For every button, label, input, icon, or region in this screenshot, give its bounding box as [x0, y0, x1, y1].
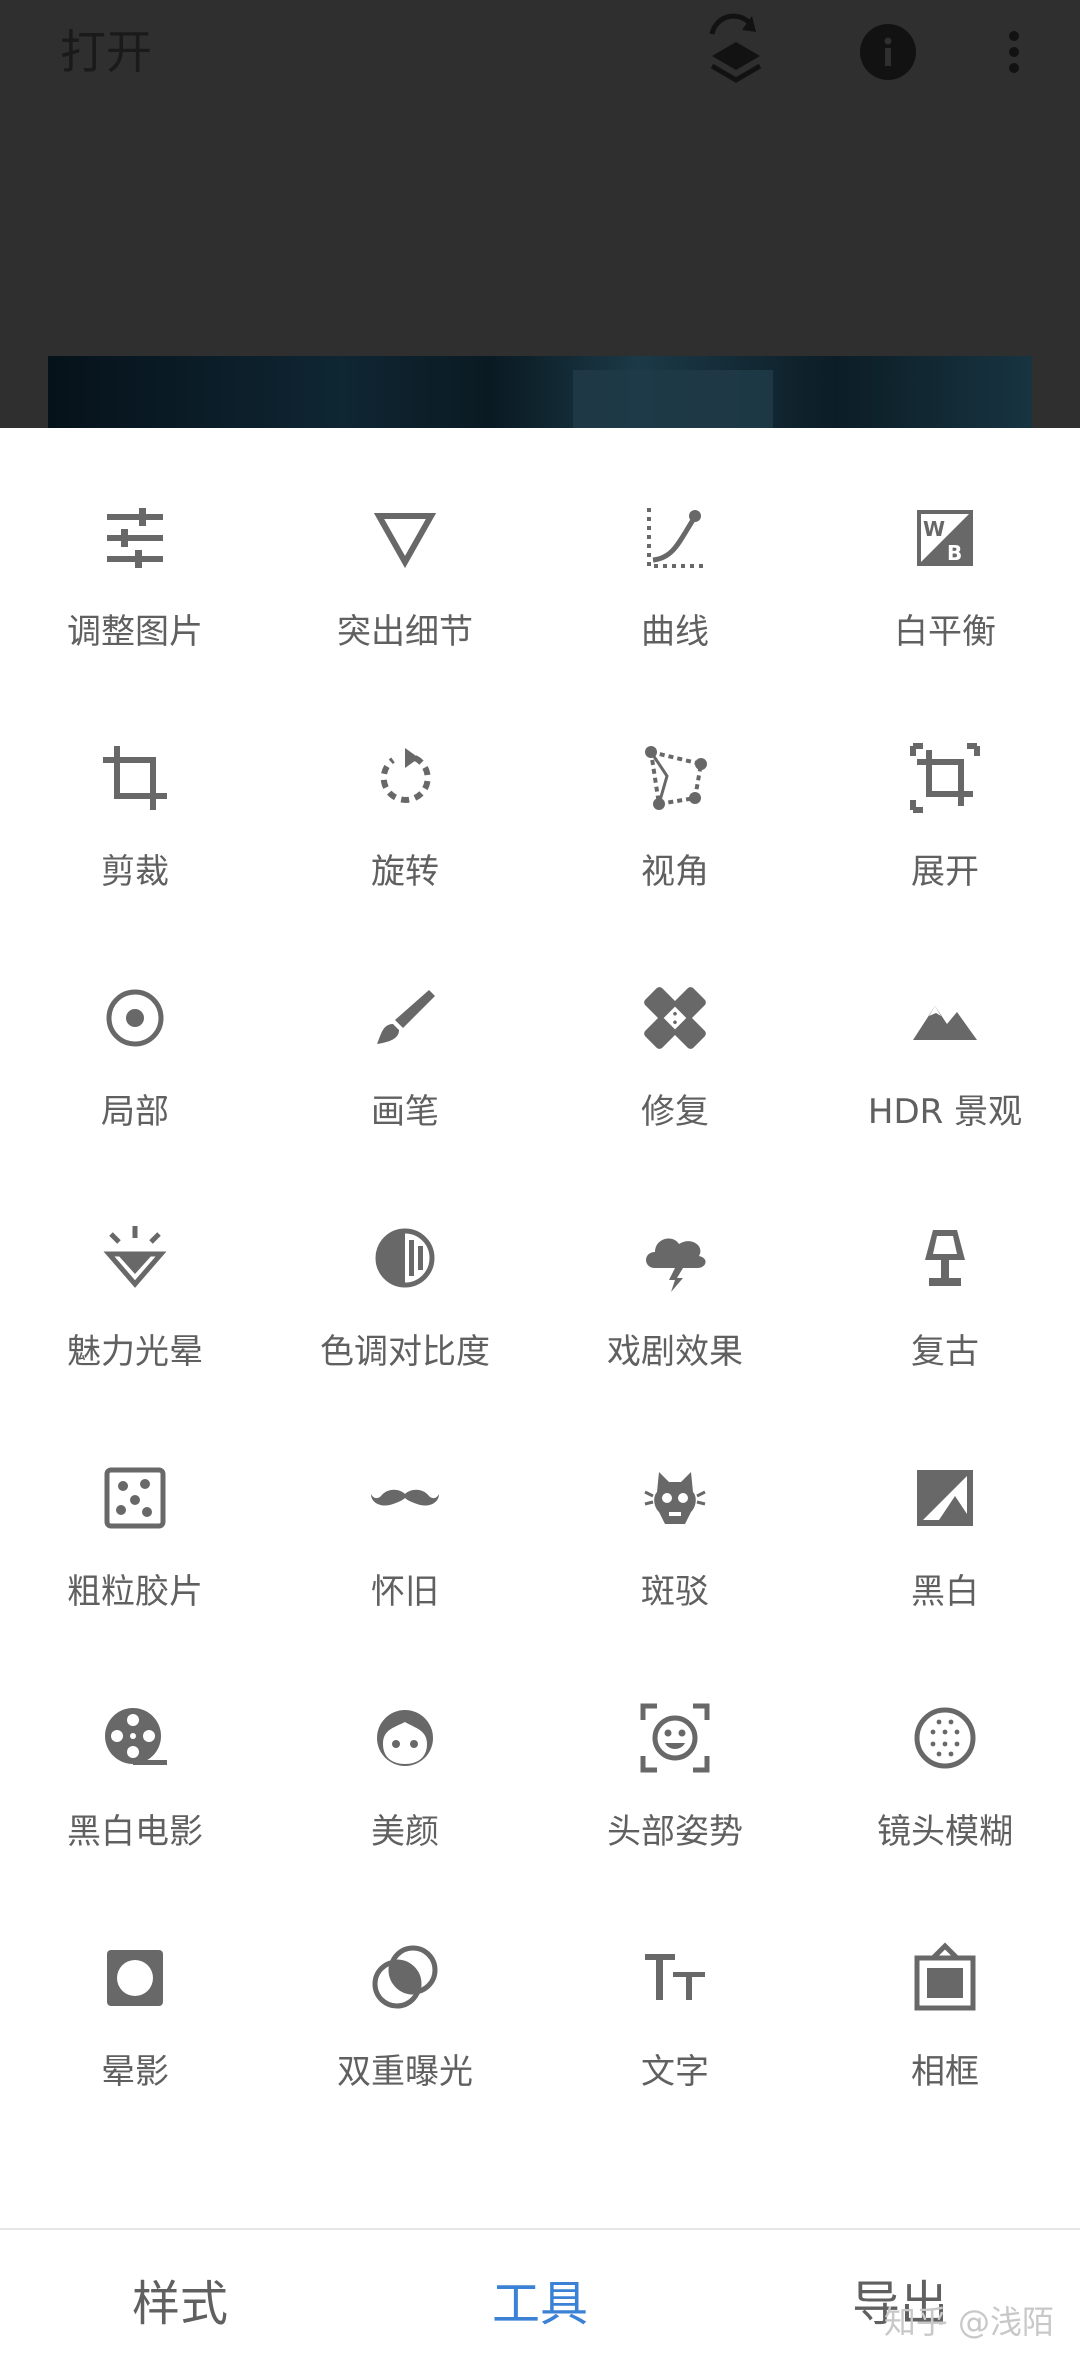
white-balance-icon: W B	[905, 498, 985, 578]
tool-vignette[interactable]: 晕影	[0, 1936, 270, 2176]
layers-rotate-icon[interactable]	[700, 12, 772, 92]
tool-label: 黑白	[911, 1572, 979, 1612]
tool-grainy-film[interactable]: 粗粒胶片	[0, 1456, 270, 1696]
tool-label: 怀旧	[371, 1572, 439, 1612]
tool-label: 复古	[911, 1332, 979, 1372]
storm-cloud-icon	[635, 1218, 715, 1298]
tool-noir[interactable]: 黑白电影	[0, 1696, 270, 1936]
grain-icon	[95, 1458, 175, 1538]
film-reel-icon	[95, 1698, 175, 1778]
tool-grunge[interactable]: 斑驳	[540, 1456, 810, 1696]
tool-label: 调整图片	[67, 612, 203, 652]
tool-details[interactable]: 突出细节	[270, 496, 540, 736]
brush-icon	[365, 978, 445, 1058]
tool-tonal-contrast[interactable]: 色调对比度	[270, 1216, 540, 1456]
tool-retrolux[interactable]: 怀旧	[270, 1456, 540, 1696]
tool-tune-image[interactable]: 调整图片	[0, 496, 270, 736]
tool-label: 双重曝光	[337, 2052, 473, 2092]
open-button[interactable]: 打开	[60, 22, 152, 82]
selective-icon	[95, 978, 175, 1058]
tool-label: 斑驳	[641, 1572, 709, 1612]
curve-icon	[635, 498, 715, 578]
info-icon[interactable]	[852, 12, 924, 92]
text-icon	[635, 1938, 715, 2018]
more-vert-icon[interactable]	[978, 12, 1050, 92]
rotate-icon	[365, 738, 445, 818]
tool-rotate[interactable]: 旋转	[270, 736, 540, 976]
tool-crop[interactable]: 剪裁	[0, 736, 270, 976]
tool-label: 局部	[101, 1092, 169, 1132]
tool-hdr-scape[interactable]: HDR 景观	[810, 976, 1080, 1216]
tool-black-white[interactable]: 黑白	[810, 1456, 1080, 1696]
tool-frames[interactable]: 相框	[810, 1936, 1080, 2176]
tool-label: 画笔	[371, 1092, 439, 1132]
tool-label: 白平衡	[894, 612, 996, 652]
triangle-down-icon	[365, 498, 445, 578]
tool-label: 展开	[911, 852, 979, 892]
tool-label: 修复	[641, 1092, 709, 1132]
tonal-contrast-icon	[365, 1218, 445, 1298]
tools-sheet: 调整图片 突出细节 曲线 W B 白平衡 剪裁 旋转 视角 展开 局部 画笔 修…	[0, 428, 1080, 2228]
grunge-icon	[635, 1458, 715, 1538]
tool-label: 剪裁	[101, 852, 169, 892]
tool-expand[interactable]: 展开	[810, 736, 1080, 976]
top-bar: 打开	[0, 0, 1080, 428]
tool-perspective[interactable]: 视角	[540, 736, 810, 976]
glamour-diamond-icon	[95, 1218, 175, 1298]
tool-selective[interactable]: 局部	[0, 976, 270, 1216]
tool-label: 旋转	[371, 852, 439, 892]
photo-preview-detail	[573, 370, 773, 428]
tool-label: 视角	[641, 852, 709, 892]
perspective-icon	[635, 738, 715, 818]
frame-icon	[905, 1938, 985, 2018]
watermark: 知乎 @浅陌	[883, 2303, 1054, 2341]
tool-text[interactable]: 文字	[540, 1936, 810, 2176]
face-icon	[365, 1698, 445, 1778]
tool-glamour-glow[interactable]: 魅力光晕	[0, 1216, 270, 1456]
black-white-icon	[905, 1458, 985, 1538]
tool-vintage[interactable]: 复古	[810, 1216, 1080, 1456]
photo-preview	[48, 356, 1032, 428]
tool-healing[interactable]: 修复	[540, 976, 810, 1216]
tool-label: 头部姿势	[607, 1812, 743, 1852]
svg-text:W: W	[923, 517, 945, 541]
tool-label: 相框	[911, 2052, 979, 2092]
tool-head-pose[interactable]: 头部姿势	[540, 1696, 810, 1936]
expand-icon	[905, 738, 985, 818]
tool-white-balance[interactable]: W B 白平衡	[810, 496, 1080, 736]
tool-label: 色调对比度	[320, 1332, 490, 1372]
tool-face-enhance[interactable]: 美颜	[270, 1696, 540, 1936]
svg-text:B: B	[947, 541, 962, 565]
tab-tools[interactable]: 工具	[492, 2274, 588, 2334]
tool-label: 镜头模糊	[877, 1812, 1013, 1852]
tool-label: 戏剧效果	[607, 1332, 743, 1372]
tool-lens-blur[interactable]: 镜头模糊	[810, 1696, 1080, 1936]
tool-brush[interactable]: 画笔	[270, 976, 540, 1216]
tool-double-exposure[interactable]: 双重曝光	[270, 1936, 540, 2176]
tool-label: 突出细节	[337, 612, 473, 652]
tool-label: HDR 景观	[867, 1092, 1023, 1132]
healing-icon	[635, 978, 715, 1058]
tune-icon	[95, 498, 175, 578]
face-frame-icon	[635, 1698, 715, 1778]
tool-label: 粗粒胶片	[67, 1572, 203, 1612]
tool-label: 魅力光晕	[67, 1332, 203, 1372]
tools-grid: 调整图片 突出细节 曲线 W B 白平衡 剪裁 旋转 视角 展开 局部 画笔 修…	[0, 496, 1080, 2176]
mustache-icon	[365, 1458, 445, 1538]
vignette-icon	[95, 1938, 175, 2018]
tab-looks[interactable]: 样式	[132, 2274, 228, 2334]
tool-label: 晕影	[101, 2052, 169, 2092]
tool-label: 曲线	[641, 612, 709, 652]
tool-label: 美颜	[371, 1812, 439, 1852]
tool-drama[interactable]: 戏剧效果	[540, 1216, 810, 1456]
lens-blur-icon	[905, 1698, 985, 1778]
crop-icon	[95, 738, 175, 818]
mountain-icon	[905, 978, 985, 1058]
lamp-icon	[905, 1218, 985, 1298]
tool-label: 黑白电影	[67, 1812, 203, 1852]
tool-label: 文字	[641, 2052, 709, 2092]
tool-curves[interactable]: 曲线	[540, 496, 810, 736]
double-exposure-icon	[365, 1938, 445, 2018]
